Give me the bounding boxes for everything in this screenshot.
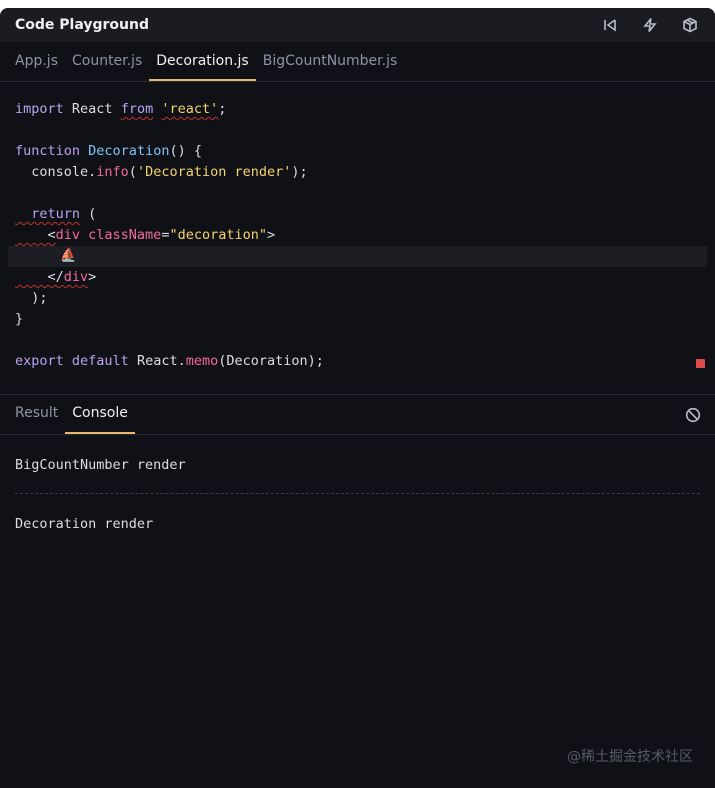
- tab-decoration-js[interactable]: Decoration.js: [149, 53, 256, 81]
- reset-button[interactable]: [599, 14, 621, 36]
- skip-back-icon: [604, 19, 616, 32]
- code-line: console.info('Decoration render');: [15, 164, 308, 180]
- code-line: );: [15, 290, 48, 306]
- console-divider: [15, 493, 700, 494]
- error-indicator[interactable]: [696, 359, 705, 368]
- console-output: BigCountNumber render Decoration render: [0, 435, 715, 534]
- tab-counter-js[interactable]: Counter.js: [65, 53, 149, 81]
- code-line: return (: [15, 206, 97, 222]
- code-line: import React from 'react';: [15, 101, 227, 117]
- console-log-entry: BigCountNumber render: [15, 457, 186, 473]
- output-panel-tabs: Result Console: [0, 394, 715, 435]
- tab-app-js[interactable]: App.js: [8, 53, 65, 81]
- clear-icon: [685, 407, 701, 423]
- sailboat-emoji: ⛵: [60, 248, 77, 263]
- code-line: <div className="decoration">: [15, 227, 276, 243]
- toolbar-actions: [599, 14, 701, 36]
- clear-console-button[interactable]: [685, 407, 701, 423]
- code-playground-window: Code Playground App.js Counter.js Decora…: [0, 8, 715, 788]
- tab-bigcountnumber-js[interactable]: BigCountNumber.js: [256, 53, 405, 81]
- code-line-active: ⛵: [8, 246, 707, 267]
- tab-console[interactable]: Console: [65, 405, 135, 434]
- file-tabs: App.js Counter.js Decoration.js BigCount…: [0, 42, 715, 82]
- code-line: </div>: [15, 269, 97, 285]
- lightning-icon: [643, 18, 657, 32]
- code-line: }: [15, 311, 24, 327]
- open-sandbox-button[interactable]: [679, 14, 701, 36]
- cube-icon: [683, 17, 697, 33]
- code-editor[interactable]: import React from 'react'; function Deco…: [0, 82, 715, 394]
- watermark: @稀土掘金技术社区: [567, 749, 693, 765]
- console-log-entry: Decoration render: [15, 516, 154, 532]
- format-button[interactable]: [639, 14, 661, 36]
- window-title: Code Playground: [15, 17, 149, 33]
- code-line: function Decoration() {: [15, 143, 202, 159]
- title-bar: Code Playground: [0, 8, 715, 42]
- tab-result[interactable]: Result: [8, 405, 65, 434]
- code-line: export default React.memo(Decoration);: [15, 353, 324, 369]
